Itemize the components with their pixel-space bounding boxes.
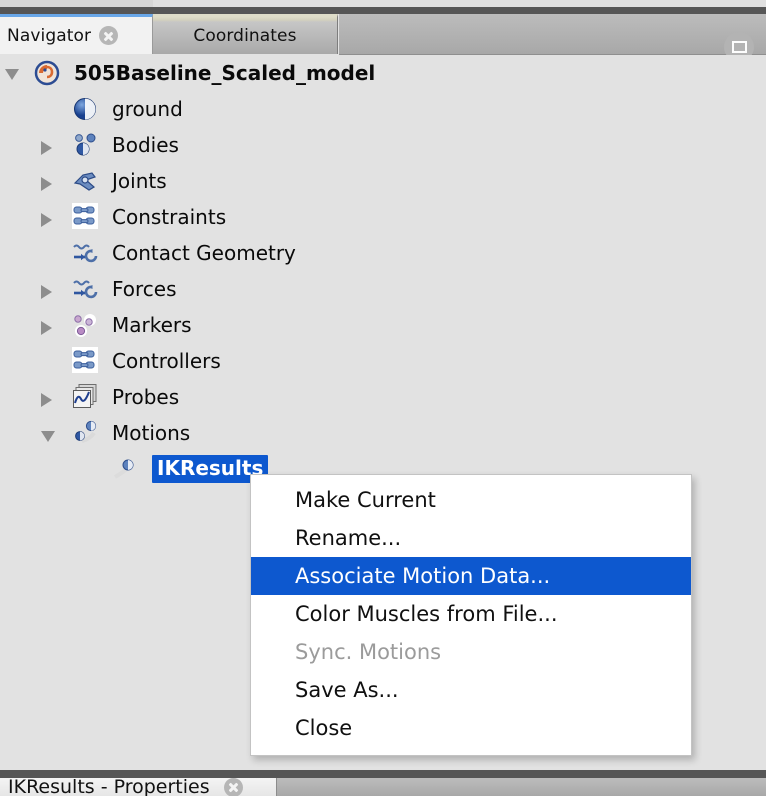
- window-top-strip: [0, 0, 766, 7]
- tree-label-contact-geometry: Contact Geometry: [112, 241, 296, 265]
- navigator-window: Navigator Coordinates 505Baseline_Scaled…: [0, 0, 766, 796]
- chevron-right-icon[interactable]: [41, 393, 52, 407]
- forces-icon: [73, 280, 98, 299]
- bottom-divider-bar: [0, 770, 766, 778]
- tree-label-controllers: Controllers: [112, 349, 221, 373]
- tab-coordinates-label: Coordinates: [193, 25, 297, 46]
- tree-label-constraints: Constraints: [112, 205, 227, 229]
- tree-label-markers: Markers: [112, 313, 192, 337]
- chevron-right-icon[interactable]: [41, 141, 52, 155]
- tree-row-motions[interactable]: Motions: [0, 415, 766, 451]
- tab-navigator-label: Navigator: [7, 25, 92, 46]
- context-menu: Make Current Rename... Associate Motion …: [250, 474, 692, 756]
- tree-row-contact-geometry[interactable]: Contact Geometry: [0, 235, 766, 271]
- tree-row-model[interactable]: 505Baseline_Scaled_model: [0, 55, 766, 91]
- tree-label-bodies: Bodies: [112, 133, 179, 157]
- joints-icon: [73, 172, 96, 191]
- menu-item-make-current[interactable]: Make Current: [251, 481, 691, 519]
- tree-label-probes: Probes: [112, 385, 180, 409]
- close-icon[interactable]: [223, 778, 243, 796]
- chevron-right-icon[interactable]: [41, 177, 52, 191]
- chevron-down-icon[interactable]: [5, 69, 19, 80]
- tree-row-probes[interactable]: Probes: [0, 379, 766, 415]
- tab-navigator[interactable]: Navigator: [0, 14, 153, 54]
- contact-geometry-icon: [73, 244, 98, 263]
- tab-ikresults-properties-label: IKResults - Properties: [8, 778, 210, 796]
- tree-row-controllers[interactable]: Controllers: [0, 343, 766, 379]
- opensim-model-icon: [34, 60, 60, 86]
- tree-label-ground: ground: [112, 97, 183, 121]
- tree-row-constraints[interactable]: Constraints: [0, 199, 766, 235]
- menu-item-save-as[interactable]: Save As...: [251, 671, 691, 709]
- window-divider-bar: [0, 7, 766, 14]
- menu-item-close[interactable]: Close: [251, 709, 691, 747]
- tab-bar-filler: [339, 14, 766, 55]
- tree-label-joints: Joints: [112, 169, 167, 193]
- menu-item-associate-motion-data[interactable]: Associate Motion Data...: [251, 557, 691, 595]
- chevron-down-icon[interactable]: [41, 431, 55, 442]
- tree-row-bodies[interactable]: Bodies: [0, 127, 766, 163]
- menu-item-sync-motions: Sync. Motions: [295, 640, 442, 664]
- chevron-right-icon[interactable]: [41, 285, 52, 299]
- tree-label-model: 505Baseline_Scaled_model: [74, 61, 376, 85]
- bottom-tab-bar: IKResults - Properties: [0, 778, 766, 796]
- menu-item-rename[interactable]: Rename...: [251, 519, 691, 557]
- ground-body-icon: [74, 98, 96, 120]
- menu-item-color-muscles-from-file[interactable]: Color Muscles from File...: [251, 595, 691, 633]
- chevron-right-icon[interactable]: [41, 213, 52, 227]
- close-icon[interactable]: [99, 26, 119, 45]
- tab-coordinates[interactable]: Coordinates: [153, 14, 338, 54]
- motions-icon: [75, 420, 97, 443]
- window-top-strip-left: [0, 0, 153, 7]
- tree-label-forces: Forces: [112, 277, 177, 301]
- controllers-chain-icon: [72, 347, 98, 373]
- constraints-chain-icon: [72, 203, 98, 229]
- markers-icon: [74, 314, 96, 337]
- tree-row-ground[interactable]: ground: [0, 91, 766, 127]
- chevron-right-icon[interactable]: [41, 321, 52, 335]
- bodies-icon: [75, 133, 96, 156]
- tree-label-motions: Motions: [112, 421, 191, 445]
- motion-item-icon: [114, 459, 134, 479]
- tree-row-forces[interactable]: Forces: [0, 271, 766, 307]
- tab-bar: Navigator Coordinates: [0, 14, 766, 62]
- tab-ikresults-properties[interactable]: IKResults - Properties: [0, 778, 277, 796]
- tree-row-markers[interactable]: Markers: [0, 307, 766, 343]
- probes-icon: [73, 384, 97, 408]
- tree-row-joints[interactable]: Joints: [0, 163, 766, 199]
- restore-window-icon: [731, 41, 747, 53]
